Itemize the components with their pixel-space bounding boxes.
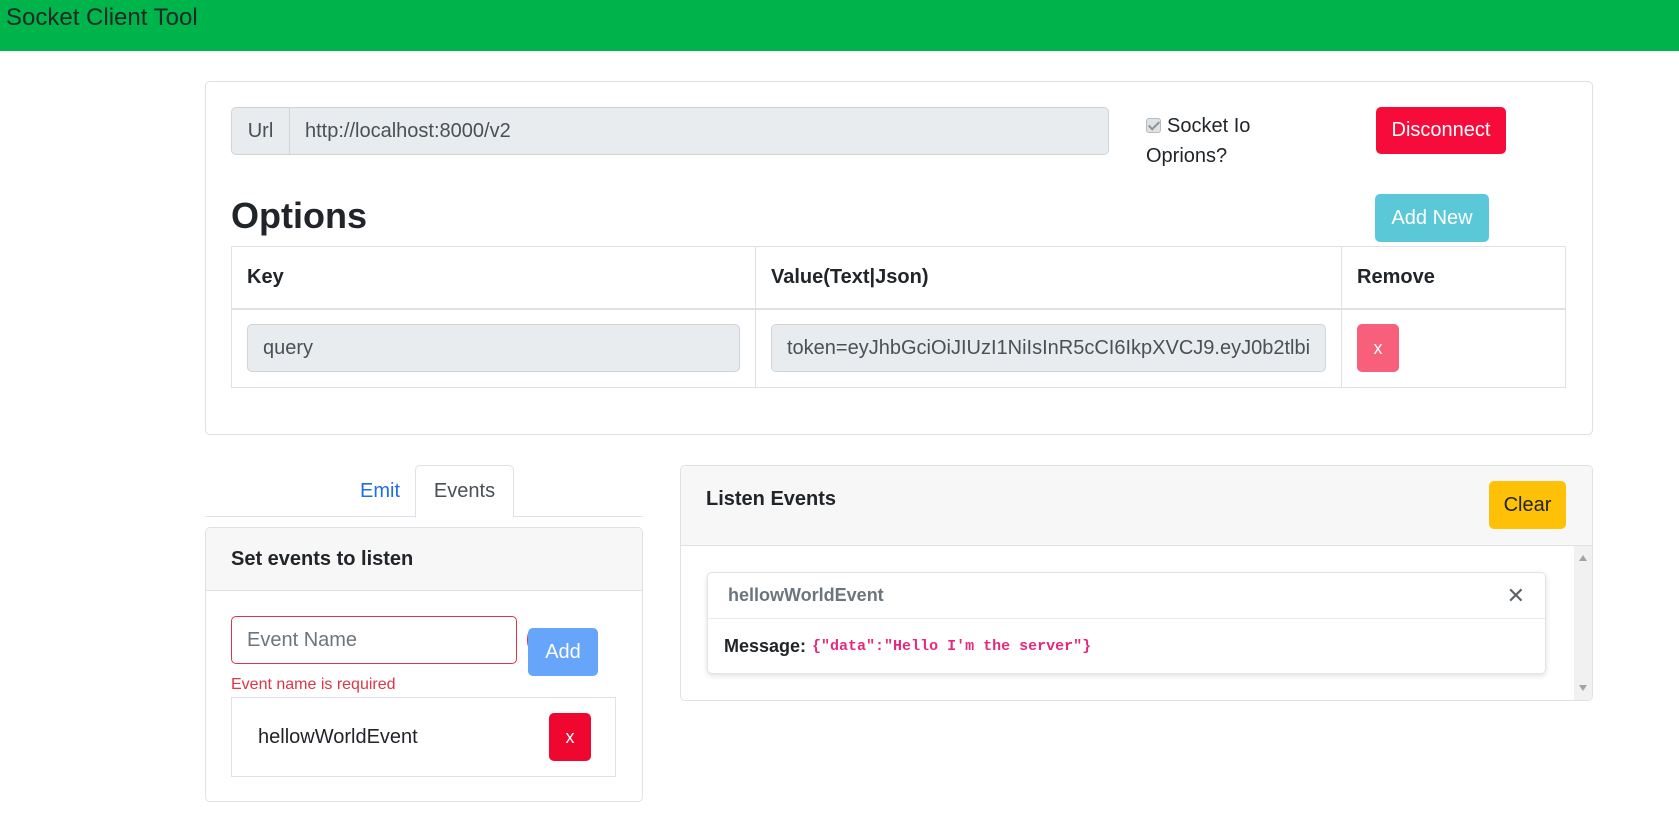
- scrollbar[interactable]: [1574, 546, 1592, 700]
- tab-emit[interactable]: Emit: [345, 465, 415, 517]
- event-list: hellowWorldEvent x: [231, 697, 616, 777]
- toast-event-name: hellowWorldEvent: [728, 585, 884, 605]
- url-prefix-label: Url: [232, 108, 290, 154]
- event-message-toast: hellowWorldEvent ✕ Message: {"data":"Hel…: [707, 572, 1546, 674]
- option-key-input[interactable]: query: [247, 324, 740, 373]
- tab-events[interactable]: Events: [415, 465, 514, 518]
- listen-events-body: hellowWorldEvent ✕ Message: {"data":"Hel…: [681, 546, 1592, 700]
- remove-event-button[interactable]: x: [549, 713, 591, 761]
- add-event-button[interactable]: Add: [528, 628, 598, 676]
- url-input[interactable]: [290, 108, 1108, 154]
- app-title: Socket Client Tool: [6, 4, 198, 31]
- scroll-down-arrow-icon[interactable]: [1579, 685, 1587, 691]
- remove-option-button[interactable]: x: [1357, 324, 1400, 373]
- option-value-input[interactable]: token=eyJhbGciOiJIUzI1NiIsInR5cCI6IkpXVC…: [771, 324, 1327, 373]
- options-title: Options: [231, 195, 367, 236]
- navbar: Socket Client Tool: [0, 0, 1679, 51]
- event-name-input[interactable]: [232, 617, 527, 663]
- message-payload: {"data":"Hello I'm the server"}: [812, 638, 1092, 655]
- table-row: query token=eyJhbGciOiJIUzI1NiIsInR5cCI6…: [231, 308, 1566, 388]
- column-header-value: Value(Text|Json): [754, 246, 1343, 310]
- listen-events-card: Listen Events Clear hellowWorldEvent ✕ M…: [680, 465, 1593, 701]
- checkbox-checked-icon[interactable]: [1146, 118, 1161, 133]
- listen-events-title: Listen Events: [706, 488, 837, 510]
- event-name-field: !: [231, 616, 536, 664]
- tab-bar: Emit Events: [205, 465, 643, 518]
- toast-body: Message: {"data":"Hello I'm the server"}: [708, 619, 1545, 674]
- event-name-error: Event name is required: [231, 676, 396, 693]
- column-header-key: Key: [231, 246, 756, 310]
- url-input-group: Url: [231, 107, 1109, 155]
- socketio-options-checkbox[interactable]: Socket Io Oprions?: [1146, 111, 1306, 171]
- options-table: Key Value(Text|Json) Remove query token=…: [231, 246, 1566, 388]
- add-new-option-button[interactable]: Add New: [1375, 194, 1489, 242]
- column-header-remove: Remove: [1341, 246, 1566, 310]
- event-list-name: hellowWorldEvent: [258, 726, 418, 748]
- disconnect-button[interactable]: Disconnect: [1376, 107, 1506, 154]
- list-item: hellowWorldEvent x: [232, 698, 615, 776]
- toast-header: hellowWorldEvent ✕: [708, 573, 1545, 619]
- set-events-header: Set events to listen: [206, 528, 642, 591]
- listen-events-header: Listen Events Clear: [681, 466, 1592, 546]
- scroll-up-arrow-icon[interactable]: [1579, 555, 1587, 561]
- clear-button[interactable]: Clear: [1489, 481, 1566, 529]
- close-icon[interactable]: ✕: [1507, 584, 1525, 607]
- set-events-card: Set events to listen ! Add Event name is…: [205, 527, 643, 802]
- message-label: Message:: [724, 636, 807, 656]
- socketio-options-label: Socket Io Oprions?: [1146, 115, 1251, 167]
- connection-card: Url Socket Io Oprions? Disconnect Option…: [205, 81, 1593, 435]
